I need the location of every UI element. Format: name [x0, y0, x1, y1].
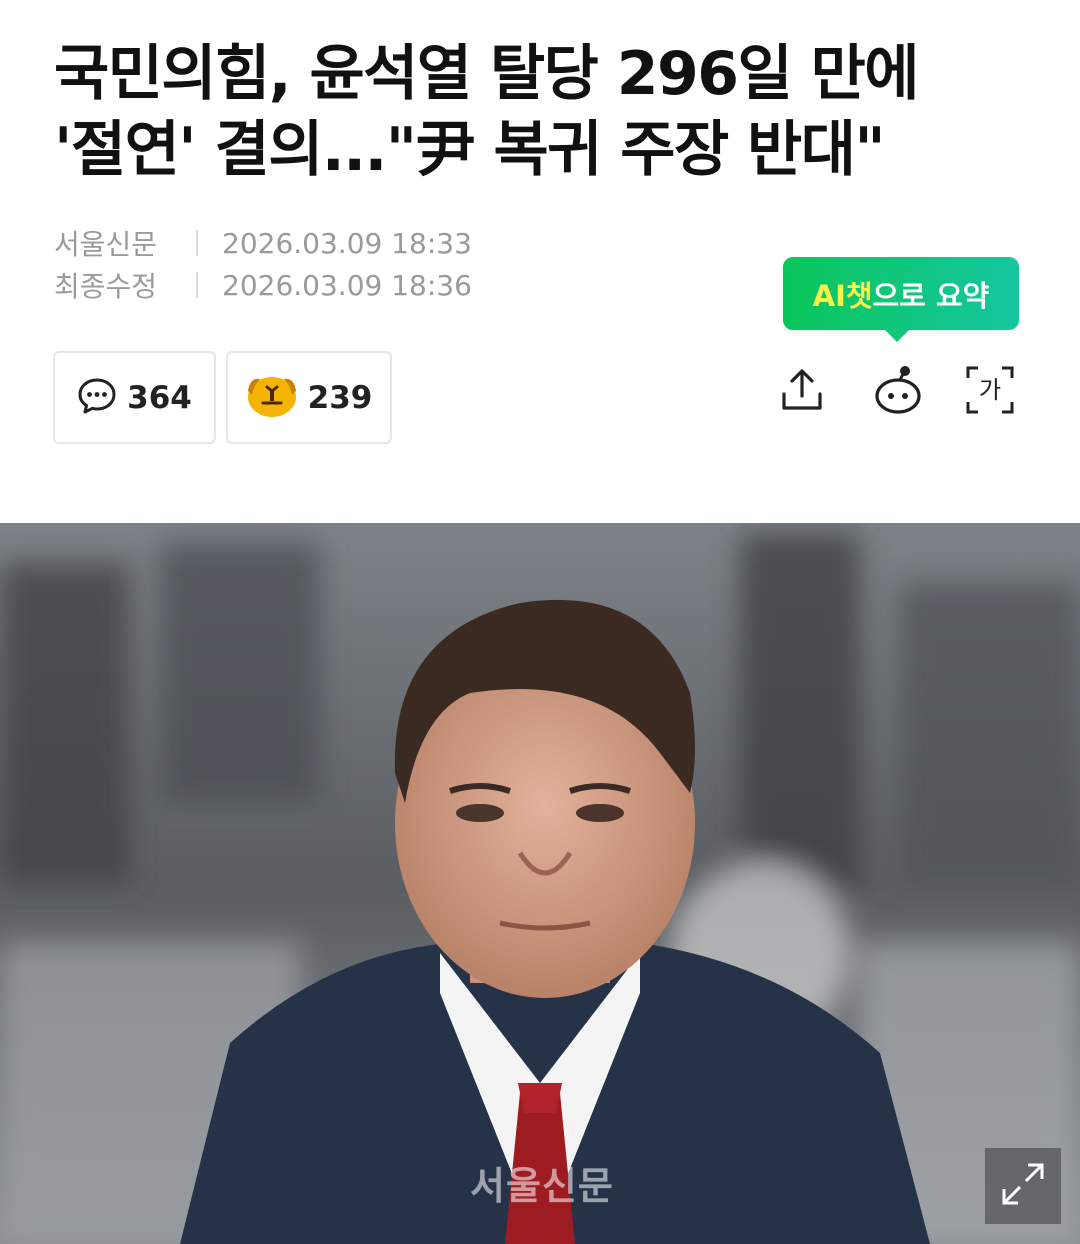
article-meta: 서울신문 2026.03.09 18:33 최종수정 2026.03.09 18… — [54, 222, 472, 306]
reaction-count: 239 — [307, 379, 373, 416]
font-size-icon: 가 — [964, 364, 1016, 420]
font-size-glyph: 가 — [979, 376, 1001, 404]
comments-button[interactable]: 364 — [53, 351, 216, 444]
article-photo[interactable]: 서울신문 — [0, 523, 1080, 1244]
ai-summary-suffix: 으로 요약 — [872, 278, 990, 313]
modified-time: 2026.03.09 18:36 — [222, 268, 472, 302]
comment-icon — [77, 376, 117, 420]
publisher-name[interactable]: 서울신문 — [54, 223, 172, 263]
expand-icon — [996, 1157, 1050, 1215]
published-time: 2026.03.09 18:33 — [222, 226, 472, 260]
photo-watermark: 서울신문 — [470, 1164, 614, 1208]
ai-summary-tooltip[interactable]: AI챗 으로 요약 — [783, 257, 1019, 342]
article-headline: 국민의힘, 윤석열 탈당 296일 만에 '절연' 결의..."尹 복귀 주장 … — [54, 39, 920, 185]
photo-illustration — [0, 523, 1080, 1244]
reaction-button[interactable]: 239 — [226, 351, 392, 444]
share-button[interactable] — [776, 366, 828, 418]
published-row: 서울신문 2026.03.09 18:33 — [54, 222, 472, 264]
font-size-button[interactable]: 가 — [964, 366, 1016, 418]
meta-divider — [196, 272, 198, 298]
ai-bot-button[interactable] — [872, 366, 924, 418]
share-icon — [778, 366, 826, 418]
ai-summary-prefix: AI챗 — [812, 278, 873, 313]
comments-count: 364 — [127, 379, 192, 416]
meta-divider — [196, 230, 198, 256]
article-page: 국민의힘, 윤석열 탈당 296일 만에 '절연' 결의..."尹 복귀 주장 … — [0, 0, 1080, 1244]
modified-row: 최종수정 2026.03.09 18:36 — [54, 264, 472, 306]
modified-label: 최종수정 — [54, 270, 158, 303]
angry-face-icon — [246, 373, 298, 423]
expand-photo-button[interactable] — [984, 1147, 1062, 1225]
ai-bot-icon — [873, 365, 923, 419]
